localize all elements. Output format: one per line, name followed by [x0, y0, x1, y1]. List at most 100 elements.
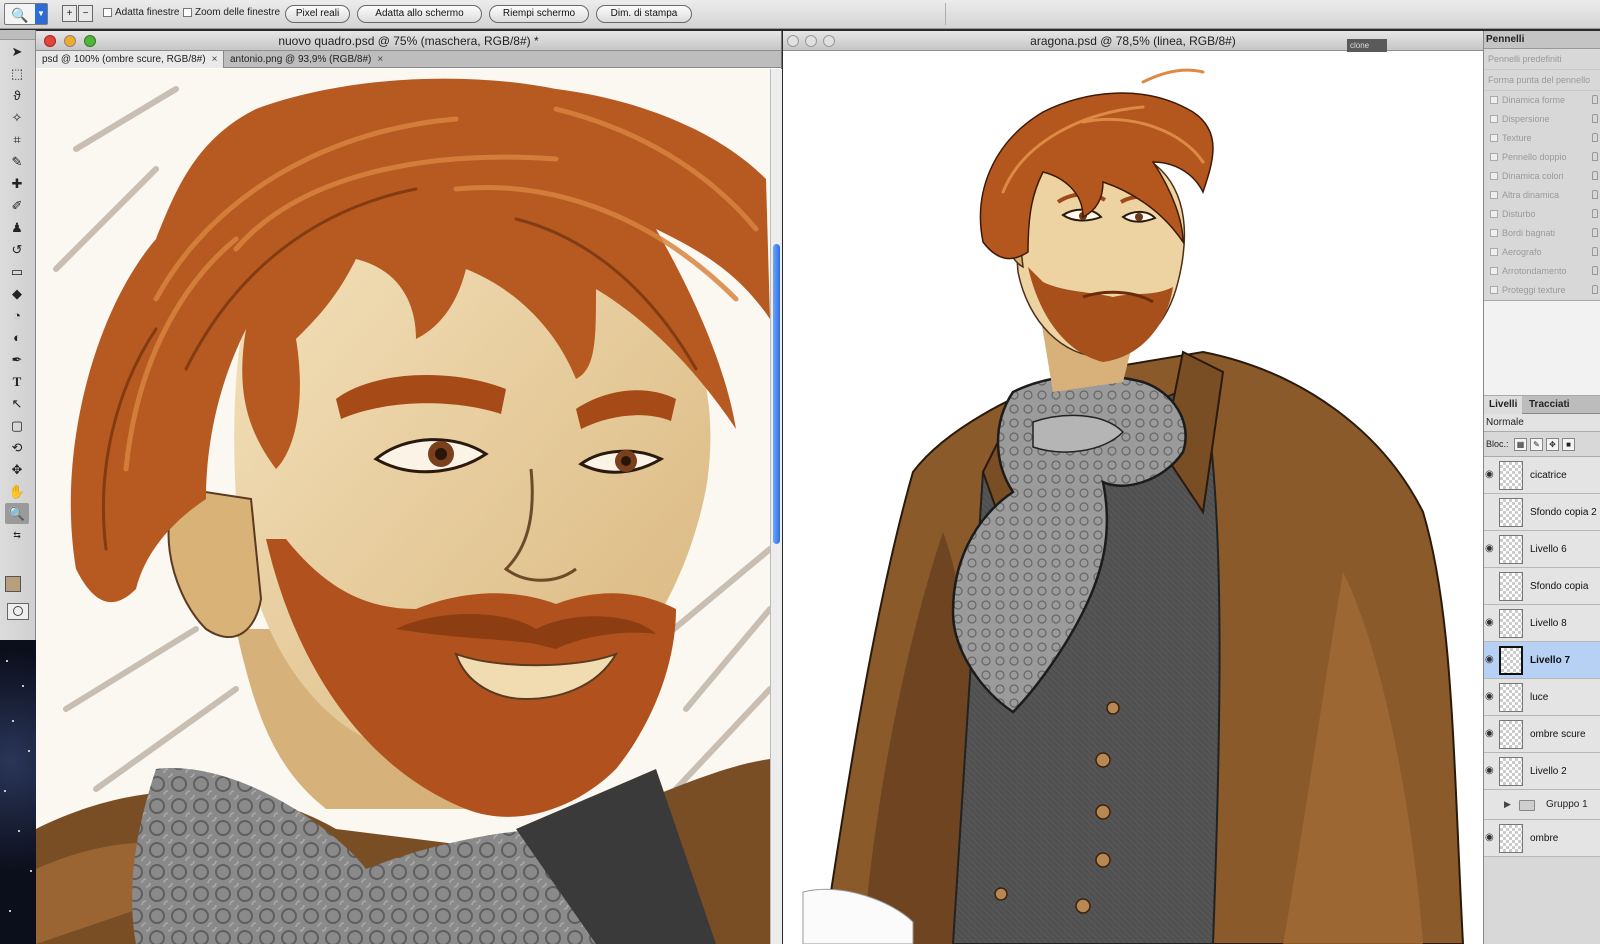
quick-mask-icon[interactable]	[7, 603, 29, 620]
layer-group-row[interactable]: ▶ Gruppo 1	[1484, 790, 1600, 820]
zoom-window-icon[interactable]	[823, 35, 835, 47]
layer-row[interactable]: ◉ Livello 6	[1484, 531, 1600, 568]
move-tool-icon[interactable]: ➤	[5, 41, 29, 62]
path-selection-tool-icon[interactable]: ↖	[5, 393, 29, 414]
brush-option-row[interactable]: Dispersione	[1484, 110, 1600, 129]
brush-tip-shape-header[interactable]: Forma punta del pennello	[1484, 70, 1600, 91]
brush-option-row[interactable]: Proteggi texture	[1484, 281, 1600, 300]
brush-option-row[interactable]: Aerografo	[1484, 243, 1600, 262]
checkbox[interactable]	[1490, 191, 1498, 199]
eye-icon[interactable]: ◉	[1485, 728, 1494, 739]
layer-row[interactable]: ◉ ombre scure	[1484, 716, 1600, 753]
layer-row[interactable]: ◉ luce	[1484, 679, 1600, 716]
blur-tool-icon[interactable]: ◔	[5, 305, 29, 326]
layer-row[interactable]: Sfondo copia 2	[1484, 494, 1600, 531]
checkbox[interactable]	[1490, 248, 1498, 256]
checkbox[interactable]	[1490, 172, 1498, 180]
layer-row[interactable]: Sfondo copia	[1484, 568, 1600, 605]
vertical-scrollbar[interactable]	[770, 69, 782, 944]
minimize-window-icon[interactable]	[805, 35, 817, 47]
lock-all-icon[interactable]: ■	[1562, 438, 1575, 451]
foreground-color-swatch[interactable]	[5, 576, 21, 592]
layer-row[interactable]: ◉ ombre	[1484, 820, 1600, 857]
brush-presets-header[interactable]: Pennelli predefiniti	[1484, 49, 1600, 70]
lock-pixels-icon[interactable]: ✎	[1530, 438, 1543, 451]
checkbox[interactable]	[1490, 153, 1498, 161]
lock-transparency-icon[interactable]: ▦	[1514, 438, 1527, 451]
layer-row[interactable]: ◉ Livello 2	[1484, 753, 1600, 790]
lasso-tool-icon[interactable]: ϑ	[5, 85, 29, 106]
canvas-full-figure[interactable]	[783, 52, 1483, 944]
close-window-icon[interactable]	[787, 35, 799, 47]
close-window-icon[interactable]	[44, 35, 56, 47]
brush-tool-icon[interactable]: ✐	[5, 195, 29, 216]
tab-layers[interactable]: Livelli	[1484, 396, 1523, 414]
crop-tool-icon[interactable]: ⌗	[5, 129, 29, 150]
checkbox[interactable]	[1490, 210, 1498, 218]
tool-preset-picker[interactable]: 🔍 ▼	[4, 3, 48, 25]
paint-bucket-tool-icon[interactable]: ◆	[5, 283, 29, 304]
actual-pixels-button[interactable]: Pixel reali	[285, 5, 350, 23]
clone-stamp-tool-icon[interactable]: ♟	[5, 217, 29, 238]
zoom-all-checkbox[interactable]	[183, 8, 192, 17]
checkbox[interactable]	[1490, 229, 1498, 237]
layer-row[interactable]: ◉ Livello 8	[1484, 605, 1600, 642]
tab-antonio[interactable]: antonio.png @ 93,9% (RGB/8#) ×	[224, 51, 389, 68]
swap-colors-icon[interactable]: ⇆	[5, 525, 29, 546]
eye-icon[interactable]: ◉	[1485, 617, 1494, 628]
scrollbar-thumb[interactable]	[773, 244, 780, 544]
zoom-out-icon[interactable]: −	[78, 5, 93, 22]
minimize-window-icon[interactable]	[64, 35, 76, 47]
tab-brushes[interactable]: Pennelli	[1484, 31, 1600, 49]
zoom-in-icon[interactable]: +	[62, 5, 77, 22]
eye-icon[interactable]: ◉	[1485, 543, 1494, 554]
marquee-tool-icon[interactable]: ⬚	[5, 63, 29, 84]
checkbox[interactable]	[1490, 115, 1498, 123]
3d-rotate-tool-icon[interactable]: ⟲	[5, 437, 29, 458]
print-size-button[interactable]: Dim. di stampa	[596, 5, 692, 23]
eye-icon[interactable]: ◉	[1485, 654, 1494, 665]
brush-option-row[interactable]: Pennello doppio	[1484, 148, 1600, 167]
healing-brush-tool-icon[interactable]: ✚	[5, 173, 29, 194]
close-tab-icon[interactable]: ×	[212, 54, 218, 65]
history-brush-tool-icon[interactable]: ↺	[5, 239, 29, 260]
layer-row-selected[interactable]: ◉ Livello 7	[1484, 642, 1600, 679]
brush-option-row[interactable]: Disturbo	[1484, 205, 1600, 224]
brush-option-row[interactable]: Texture	[1484, 129, 1600, 148]
brush-option-row[interactable]: Altra dinamica	[1484, 186, 1600, 205]
eye-icon[interactable]: ◉	[1485, 469, 1494, 480]
lock-position-icon[interactable]: ✥	[1546, 438, 1559, 451]
eyedropper-tool-icon[interactable]: ✎	[5, 151, 29, 172]
brush-option-row[interactable]: Bordi bagnati	[1484, 224, 1600, 243]
blend-mode-select[interactable]: Normale	[1484, 414, 1600, 432]
brush-option-row[interactable]: Dinamica colori	[1484, 167, 1600, 186]
checkbox[interactable]	[1490, 134, 1498, 142]
eye-icon[interactable]: ◉	[1485, 765, 1494, 776]
clone-panel-tab[interactable]: clone	[1347, 39, 1387, 52]
tab-ombre-scure[interactable]: psd @ 100% (ombre scure, RGB/8#) ×	[36, 51, 225, 68]
checkbox[interactable]	[1490, 96, 1498, 104]
pen-tool-icon[interactable]: ✒	[5, 349, 29, 370]
magic-wand-tool-icon[interactable]: ✧	[5, 107, 29, 128]
canvas-portrait-closeup[interactable]	[36, 69, 770, 944]
resize-windows-checkbox[interactable]	[103, 8, 112, 17]
zoom-window-icon[interactable]	[84, 35, 96, 47]
fit-screen-button[interactable]: Adatta allo schermo	[357, 5, 482, 23]
close-tab-icon[interactable]: ×	[377, 54, 383, 65]
expand-triangle-icon[interactable]: ▶	[1504, 799, 1511, 810]
fill-screen-button[interactable]: Riempi schermo	[489, 5, 589, 23]
checkbox[interactable]	[1490, 286, 1498, 294]
layer-row[interactable]: ◉ cicatrice	[1484, 457, 1600, 494]
dodge-tool-icon[interactable]: ◐	[5, 327, 29, 348]
brush-option-row[interactable]: Dinamica forme	[1484, 91, 1600, 110]
checkbox[interactable]	[1490, 267, 1498, 275]
type-tool-icon[interactable]: T	[5, 371, 29, 392]
zoom-tool-icon[interactable]: 🔍	[5, 503, 29, 524]
3d-orbit-tool-icon[interactable]: ✥	[5, 459, 29, 480]
shape-tool-icon[interactable]: ▢	[5, 415, 29, 436]
tab-paths[interactable]: Tracciati	[1524, 396, 1575, 414]
eye-icon[interactable]: ◉	[1485, 832, 1494, 843]
eye-icon[interactable]: ◉	[1485, 691, 1494, 702]
hand-tool-icon[interactable]: ✋	[5, 481, 29, 502]
eraser-tool-icon[interactable]: ▭	[5, 261, 29, 282]
